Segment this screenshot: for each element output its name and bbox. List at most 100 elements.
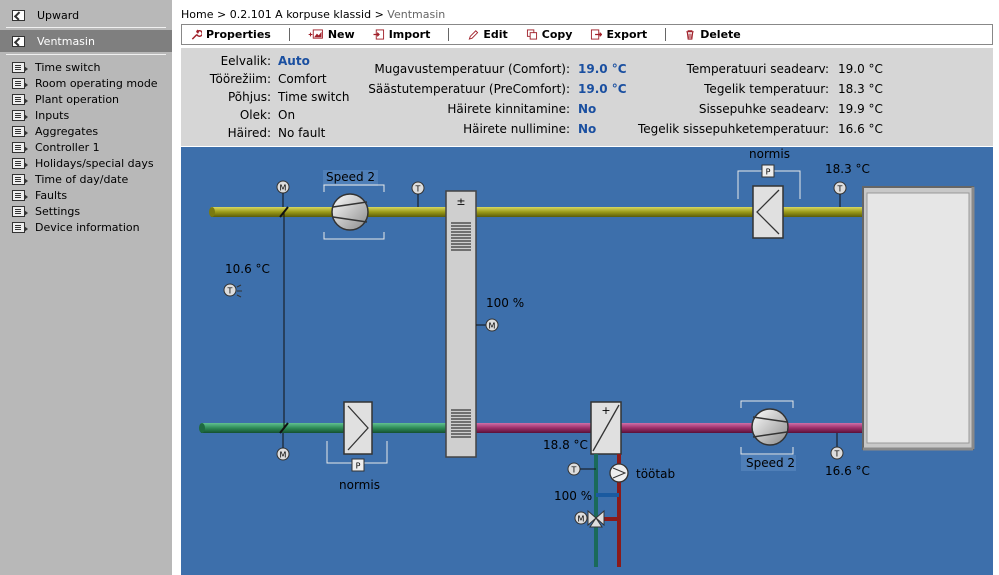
sidebar-item-room-operating-mode[interactable]: Room operating mode [0,75,172,91]
toolbar: Properties New Import Edit Copy Export D… [181,24,993,45]
reason-label: Põhjus: [228,90,271,104]
preset-value[interactable]: Auto [278,54,310,68]
precomfort-temp-value[interactable]: 19.0 °C [578,82,627,96]
status-panel: Eelvalik: Auto Töörežiim: Comfort Põhjus… [181,48,993,146]
supply-filter[interactable] [752,185,784,239]
svg-text:T: T [571,466,577,475]
heat-recovery-unit[interactable]: ± [445,190,477,458]
nav-upward[interactable]: Upward [0,4,172,26]
supply-setpoint-label: Sissepuhke seadearv: [698,102,829,116]
damper-motor-icon[interactable]: M [276,433,290,461]
sidebar-item-device-information[interactable]: Device information [0,219,172,235]
svg-text:±: ± [456,195,465,208]
svg-text:P: P [766,168,771,177]
extract-fan-icon[interactable] [751,408,789,446]
fault-ack-value[interactable]: No [578,102,596,116]
pressure-sensor-icon[interactable]: P [761,164,775,178]
breadcrumb: Home > 0.2.101 A korpuse klassid > Ventm… [181,8,445,21]
faults-label: Häired: [227,126,271,140]
svg-text:P: P [356,462,361,471]
sidebar-item-holidays[interactable]: Holidays/special days [0,155,172,171]
faults-value: No fault [278,126,326,140]
svg-text:+: + [601,404,610,417]
valve-percent: 100 % [554,489,593,503]
fault-reset-label: Häirete nullimine: [463,122,570,136]
water-temp-sensor-icon[interactable]: T [567,462,596,476]
room-block [862,186,975,451]
svg-text:M: M [578,515,585,524]
svg-text:T: T [834,450,840,459]
sidebar-item-aggregates[interactable]: Aggregates [0,123,172,139]
sidebar-item-time-switch[interactable]: Time switch [0,59,172,75]
precomfort-temp-label: Säästutemperatuur (PreComfort): [368,82,570,96]
supply-fan-icon[interactable] [331,193,369,231]
menu-page-icon [12,93,28,105]
temp-setpoint-label: Temperatuuri seadearv: [686,62,829,76]
pressure-sensor-icon[interactable]: P [351,458,365,472]
extract-filter-status: normis [339,478,380,492]
nav-current[interactable]: Ventmasin [0,30,172,52]
actual-temp-value: 18.3 °C [838,82,883,96]
svg-text:T: T [227,287,233,296]
wrench-icon [191,29,202,40]
menu-page-icon [12,125,28,137]
actual-supply-temp-label: Tegelik sissepuhketemperatuur: [637,122,829,136]
sidebar-item-time-of-day[interactable]: Time of day/date [0,171,172,187]
svg-text:T: T [837,185,843,194]
actual-temp-label: Tegelik temperatuur: [704,82,829,96]
pump-icon[interactable] [609,463,629,483]
recovery-motor-icon[interactable]: M [476,318,499,332]
valve-motor-icon[interactable]: M [574,511,588,525]
reason-value: Time switch [278,90,350,104]
image-icon [12,35,25,47]
nav-upward-label: Upward [37,8,80,22]
fault-reset-value[interactable]: No [578,122,596,136]
svg-text:M: M [280,184,287,193]
sidebar-item-settings[interactable]: Settings [0,203,172,219]
comfort-temp-value[interactable]: 19.0 °C [578,62,627,76]
sidebar-item-inputs[interactable]: Inputs [0,107,172,123]
toolbar-separator [665,28,667,41]
state-label: Olek: [239,108,271,122]
breadcrumb-home[interactable]: Home [181,8,213,21]
edit-button[interactable]: Edit [467,28,508,41]
menu-page-icon [12,61,28,73]
damper-motor-icon[interactable]: M [276,180,290,207]
sidebar-item-faults[interactable]: Faults [0,187,172,203]
import-button[interactable]: Import [373,28,430,41]
breadcrumb-separator: > [216,8,227,21]
copy-button[interactable]: Copy [526,28,572,41]
export-button[interactable]: Export [590,28,647,41]
extract-filter[interactable] [343,401,373,455]
temp-sensor-icon[interactable]: T [411,181,425,207]
operating-mode-label: Töörežiim: [209,72,271,86]
menu-page-icon [12,77,28,89]
recovery-percent: 100 % [486,296,525,310]
sidebar-item-controller-1[interactable]: Controller 1 [0,139,172,155]
sidebar: Upward Ventmasin Time switch Room operat… [0,0,172,575]
sidebar-item-plant-operation[interactable]: Plant operation [0,91,172,107]
svg-text:T: T [415,185,421,194]
menu-page-icon [12,221,28,233]
heating-coil[interactable]: + [590,401,622,455]
menu-page-icon [12,141,28,153]
breadcrumb-device[interactable]: 0.2.101 A korpuse klassid [230,8,371,21]
room-temp-sensor-icon[interactable]: T [833,181,847,207]
toolbar-separator [288,28,290,41]
outdoor-temp-sensor-icon[interactable]: T [223,283,242,298]
heater-temp-value: 18.8 °C [543,438,588,452]
delete-button[interactable]: Delete [684,28,741,41]
toolbar-separator [448,28,450,41]
new-button[interactable]: New [308,28,355,41]
properties-button[interactable]: Properties [190,28,271,41]
extract-fan-speed: Speed 2 [746,456,796,470]
extract-duct [201,423,463,433]
sidebar-menu: Time switch Room operating mode Plant op… [0,59,172,235]
sidebar-separator [6,54,166,55]
temp-sensor-icon[interactable]: T [830,433,844,460]
pump-status: töötab [636,467,676,481]
exhaust-duct [463,423,863,433]
outdoor-temp-value: 10.6 °C [225,262,270,276]
copy-icon [526,29,537,40]
menu-page-icon [12,109,28,121]
